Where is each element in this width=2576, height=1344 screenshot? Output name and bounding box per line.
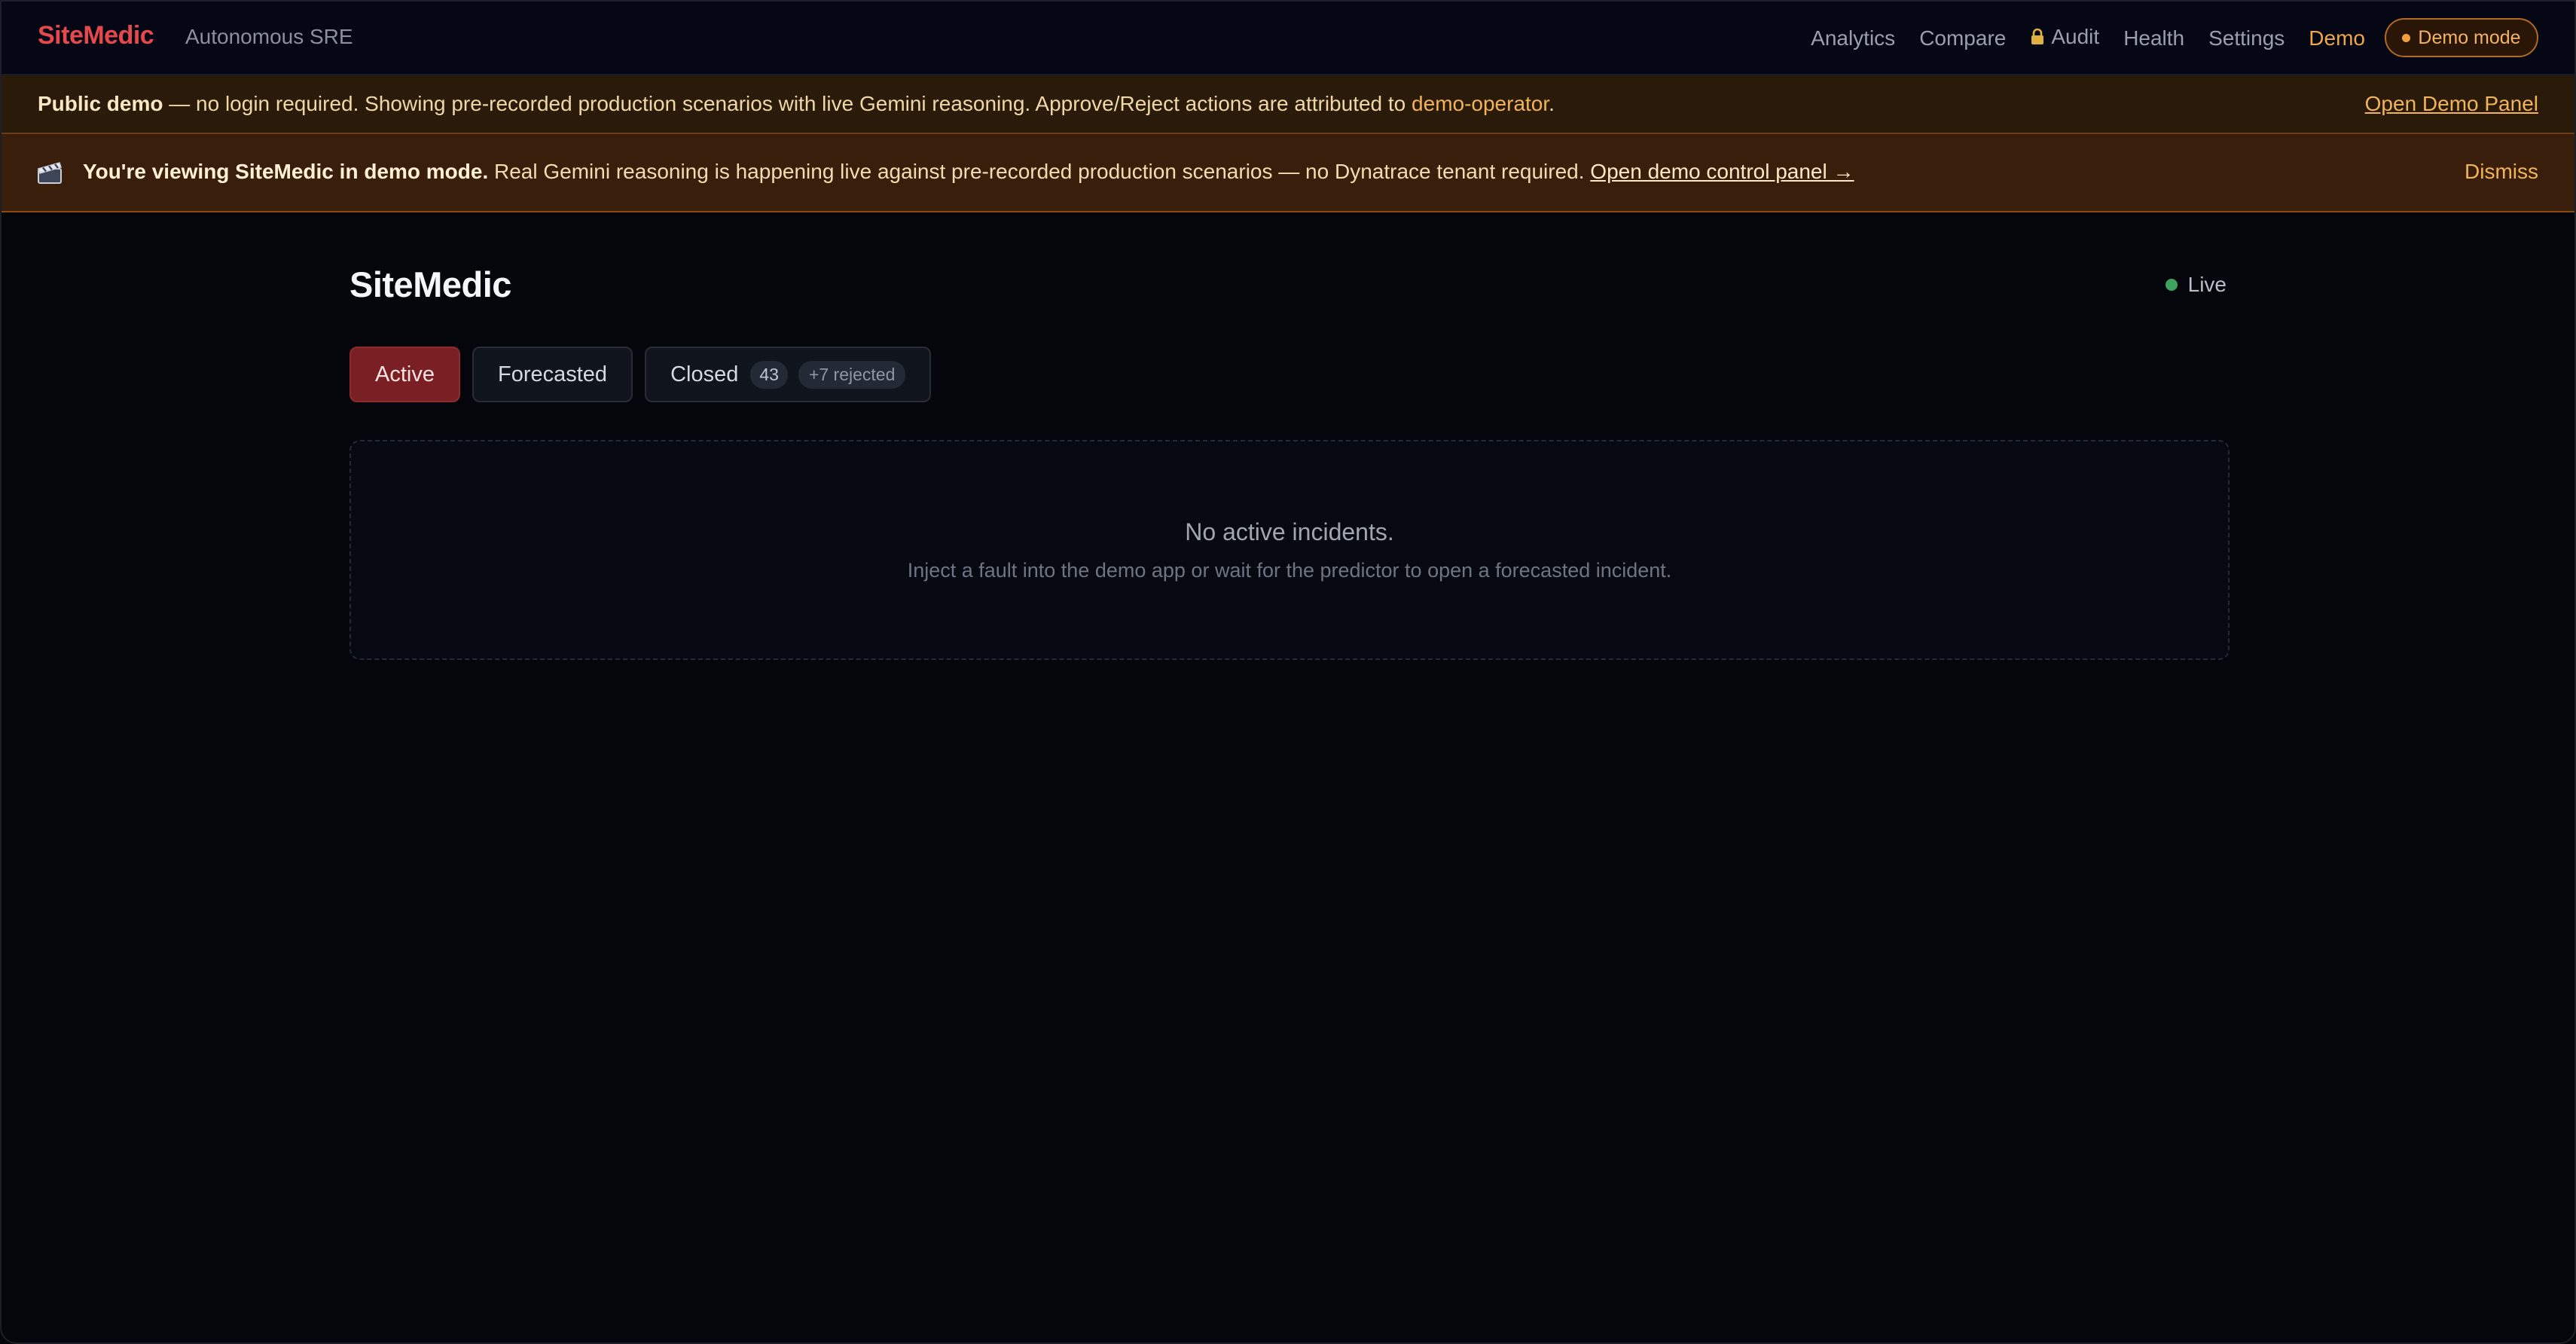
nav-link-health[interactable]: Health: [2123, 26, 2184, 50]
live-dot-icon: [2165, 279, 2178, 291]
page-title: SiteMedic: [349, 264, 511, 304]
nav-link-settings[interactable]: Settings: [2208, 26, 2285, 50]
demo-mode-bold: You're viewing SiteMedic in demo mode.: [83, 160, 489, 183]
brand-subtitle: Autonomous SRE: [185, 25, 353, 48]
empty-state-title: No active incidents.: [1185, 518, 1394, 545]
empty-state-subtitle: Inject a fault into the demo app or wait…: [907, 559, 1672, 582]
nav-link-audit[interactable]: Audit: [2030, 25, 2099, 51]
open-demo-panel-link[interactable]: Open Demo Panel: [2365, 92, 2538, 116]
public-demo-end: .: [1549, 92, 1555, 115]
demo-mode-label: Demo mode: [2418, 26, 2521, 48]
tab-forecasted[interactable]: Forecasted: [472, 347, 633, 402]
demo-mode-badge[interactable]: Demo mode: [2385, 18, 2538, 57]
brand-logo[interactable]: SiteMedic: [38, 21, 154, 50]
tab-closed-label: Closed: [670, 362, 739, 386]
tab-forecasted-label: Forecasted: [497, 362, 608, 386]
closed-count-badge: 43: [750, 360, 788, 389]
demo-mode-body: Real Gemini reasoning is happening live …: [488, 160, 1591, 183]
public-demo-banner: Public demo — no login required. Showing…: [2, 75, 2574, 134]
incident-tabs: Active Forecasted Closed 43 +7 rejected: [349, 347, 932, 402]
live-status-label: Live: [2187, 273, 2227, 296]
nav-link-analytics[interactable]: Analytics: [1811, 26, 1895, 50]
live-status: Live: [2165, 273, 2227, 297]
public-demo-text: Public demo — no login required. Showing…: [38, 92, 1555, 116]
public-demo-body: — no login required. Showing pre-recorde…: [163, 92, 1412, 115]
tab-active-label: Active: [375, 362, 435, 386]
top-nav: SiteMedic Autonomous SRE Analytics Compa…: [2, 2, 2574, 75]
rejected-count-badge: +7 rejected: [798, 360, 906, 389]
nav-links: Analytics Compare Audit Health Settings …: [1811, 25, 2365, 51]
public-demo-bold: Public demo: [38, 92, 163, 115]
status-dot-icon: [2402, 33, 2411, 42]
open-demo-control-panel-link[interactable]: Open demo control panel →: [1590, 160, 1854, 183]
demo-mode-text: You're viewing SiteMedic in demo mode. R…: [83, 160, 1854, 184]
page: SiteMedic Autonomous SRE Analytics Compa…: [0, 0, 2576, 1344]
lock-icon: [2030, 27, 2045, 51]
nav-link-demo[interactable]: Demo: [2309, 26, 2365, 50]
dismiss-button[interactable]: Dismiss: [2465, 160, 2538, 184]
nav-link-compare[interactable]: Compare: [1919, 26, 2006, 50]
nav-link-audit-label: Audit: [2051, 25, 2100, 48]
clapperboard-icon: [36, 159, 63, 185]
demo-operator-label: demo-operator: [1412, 92, 1549, 115]
empty-state: No active incidents. Inject a fault into…: [349, 440, 2230, 660]
tab-active[interactable]: Active: [349, 347, 460, 402]
tab-closed[interactable]: Closed 43 +7 rejected: [645, 347, 932, 402]
demo-mode-banner: You're viewing SiteMedic in demo mode. R…: [2, 134, 2574, 212]
